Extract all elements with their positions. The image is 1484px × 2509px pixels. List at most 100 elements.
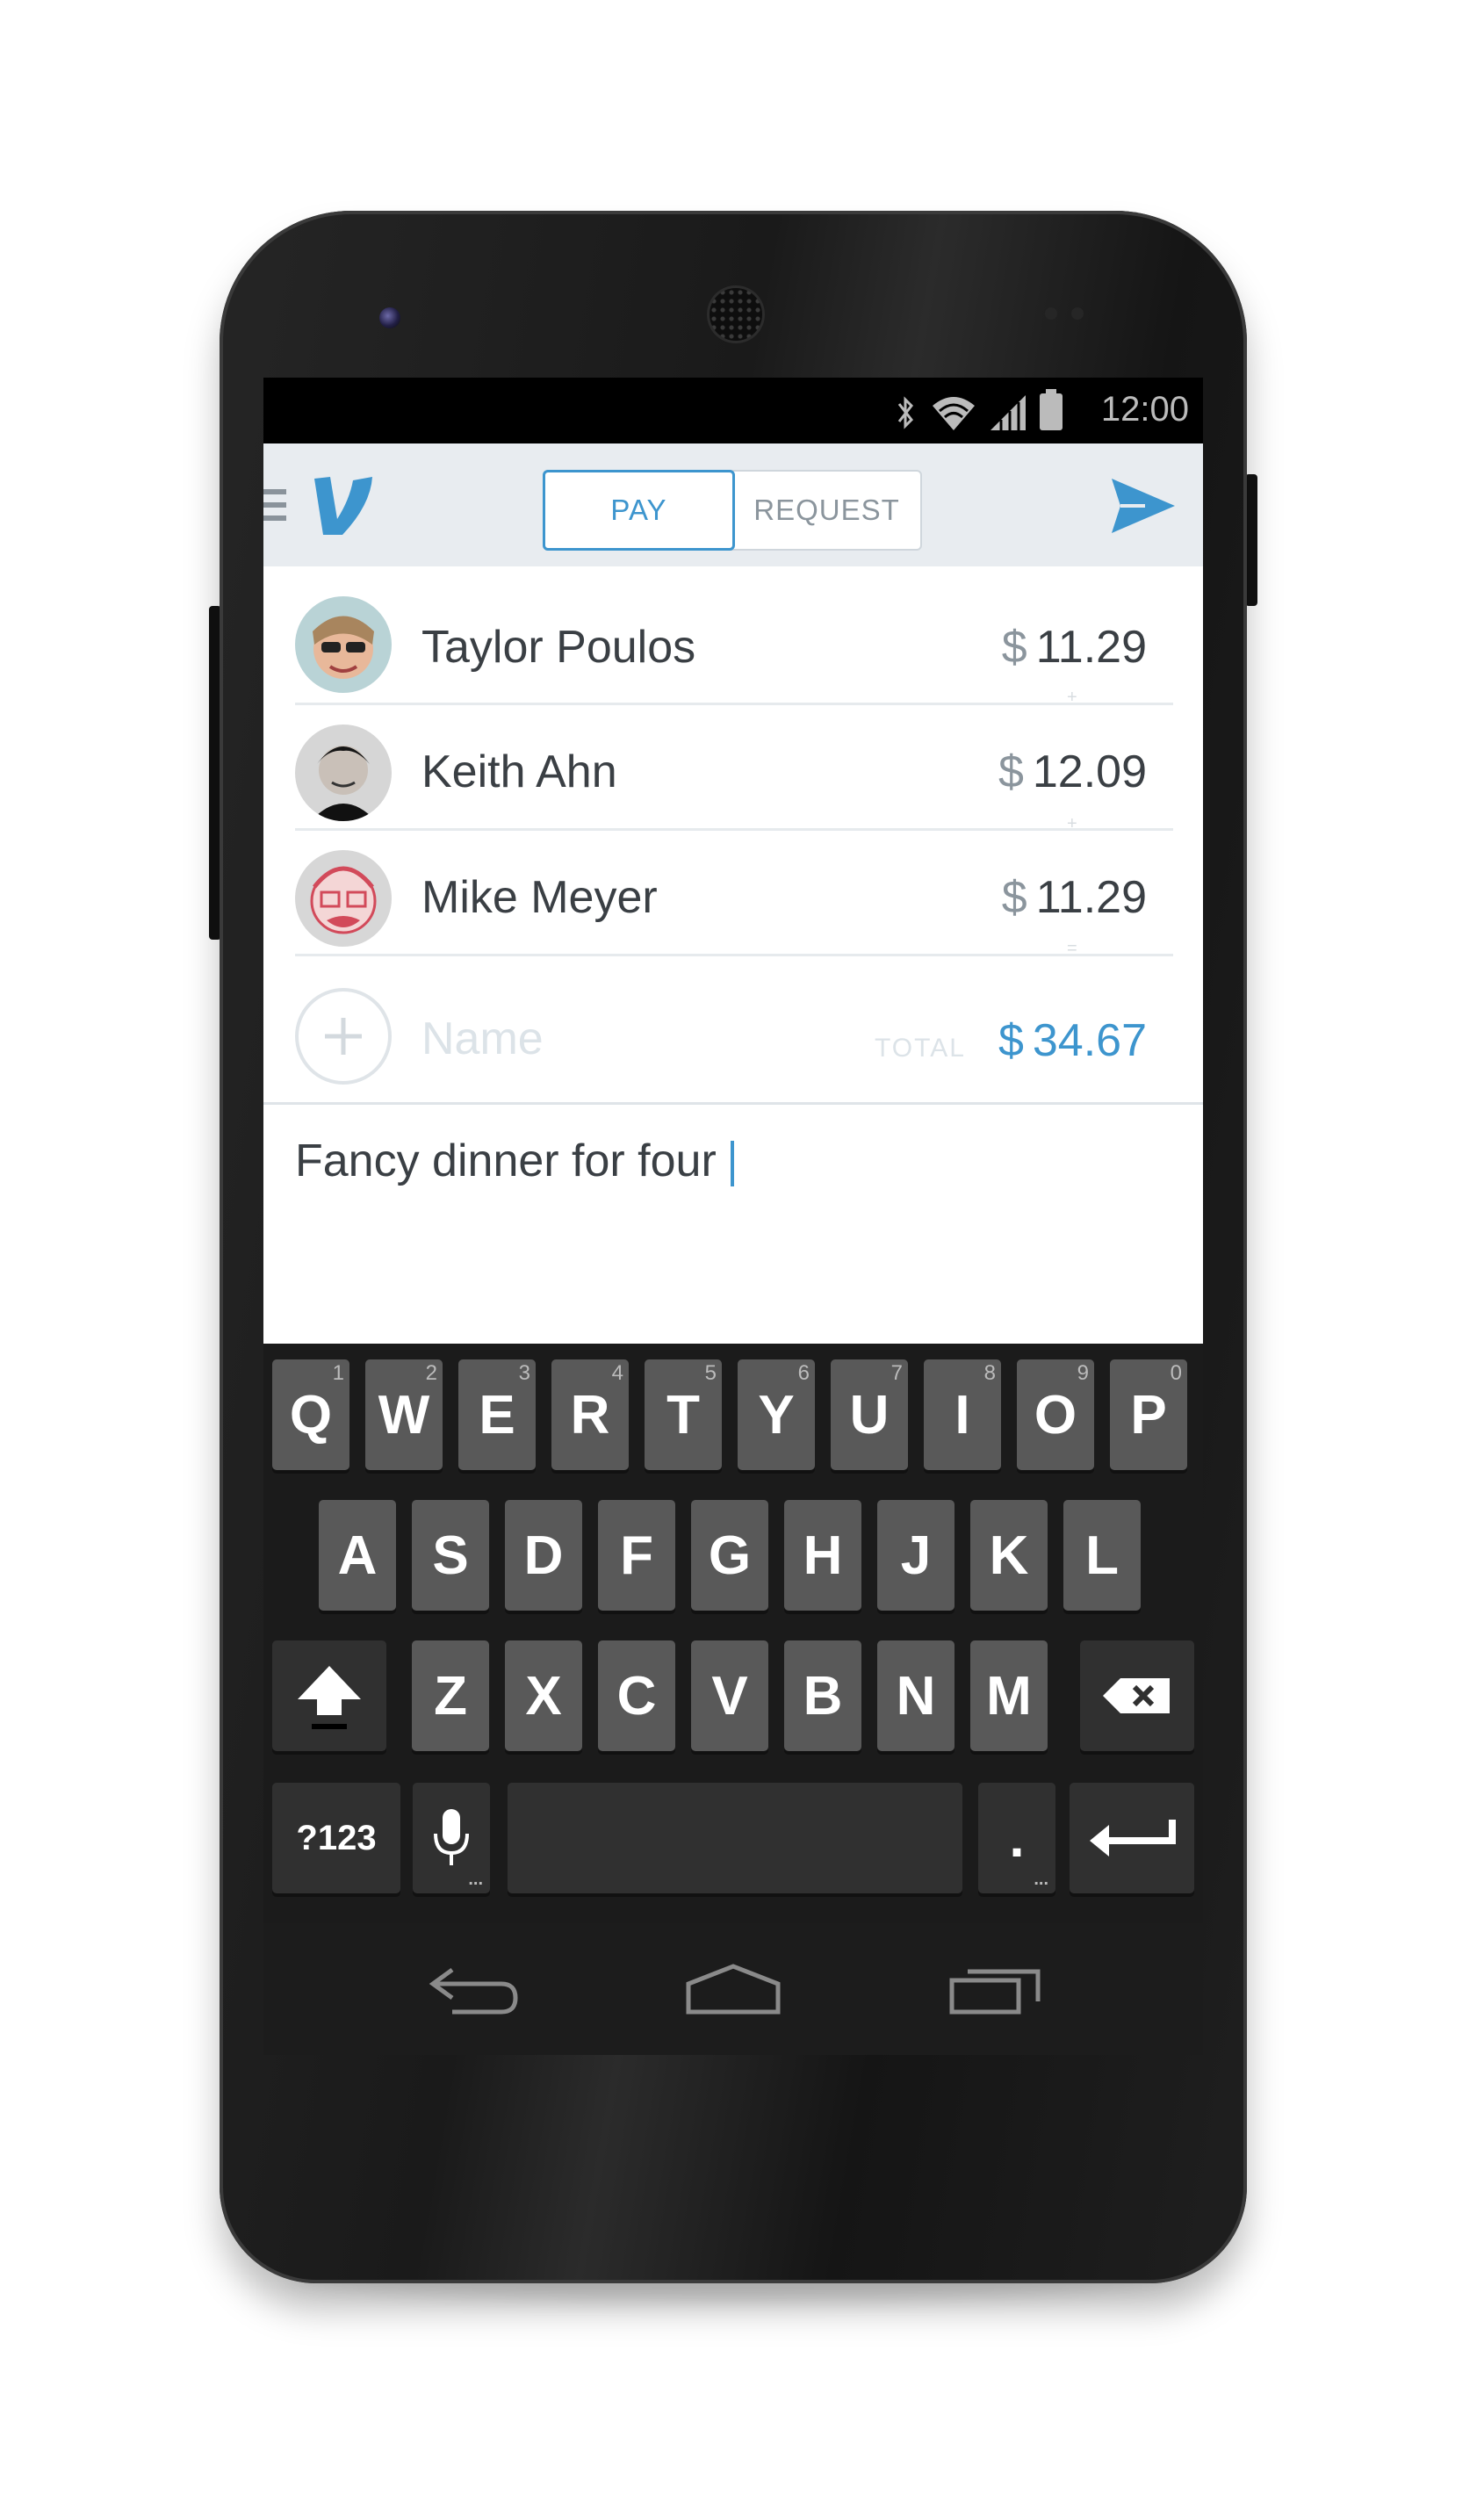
venmo-logo-icon [314,477,372,535]
key-label: Q [289,1384,333,1446]
avatar [295,725,392,821]
menu-icon[interactable] [263,489,286,524]
key-k[interactable]: K [970,1500,1048,1611]
note-field[interactable]: Fancy dinner for four [263,1102,1203,1344]
key-s[interactable]: S [412,1500,489,1611]
amount-value: 12.09 [1032,746,1147,797]
key-p[interactable]: P0 [1110,1359,1187,1470]
recipient-list: Taylor Poulos $11.29 + Keith Ahn $12.09 … [263,566,1203,1102]
key-o[interactable]: O9 [1017,1359,1094,1470]
key-label: N [896,1665,936,1727]
home-icon[interactable] [685,1963,782,2015]
key-j[interactable]: J [877,1500,955,1611]
recipient-amount[interactable]: $12.09 [998,746,1147,798]
voice-input-key[interactable]: ... [413,1783,490,1893]
text-cursor [730,1141,734,1187]
key-g[interactable]: G [691,1500,768,1611]
key-label: C [616,1665,657,1727]
recipient-name: Taylor Poulos [421,622,696,673]
key-number-hint: 6 [797,1361,810,1385]
key-b[interactable]: B [784,1640,861,1751]
key-number-hint: 1 [332,1361,344,1385]
shift-key[interactable] [272,1640,386,1751]
tab-pay[interactable]: PAY [543,470,735,551]
status-bar: 12:00 [263,378,1203,443]
recipient-amount[interactable]: $11.29 [1002,871,1147,924]
key-label: I [955,1384,970,1446]
key-number-hint: 8 [983,1361,996,1385]
key-z[interactable]: Z [412,1640,489,1751]
list-item[interactable]: Taylor Poulos $11.29 [295,566,1173,693]
key-label: E [479,1384,515,1446]
recent-apps-icon[interactable] [948,1963,1045,2015]
list-item[interactable]: Mike Meyer $11.29 [295,833,1173,957]
key-h[interactable]: H [784,1500,861,1611]
key-e[interactable]: E3 [458,1359,536,1470]
key-c[interactable]: C [598,1640,675,1751]
key-y[interactable]: Y6 [738,1359,815,1470]
key-number-hint: 2 [425,1361,437,1385]
recipient-amount[interactable]: $11.29 [1002,621,1147,674]
bluetooth-icon [897,396,913,429]
key-w[interactable]: W2 [365,1359,443,1470]
key-f[interactable]: F [598,1500,675,1611]
row-divider [295,828,1173,831]
total-label: TOTAL [875,1034,966,1063]
key-label: V [711,1665,748,1727]
key-number-hint: 9 [1077,1361,1089,1385]
key-label: T [666,1384,700,1446]
key-l[interactable]: L [1063,1500,1141,1611]
amount-value: 11.29 [1035,872,1147,923]
backspace-key[interactable] [1080,1640,1194,1751]
space-key[interactable] [508,1783,962,1893]
more-hint: ... [468,1870,483,1889]
tab-request[interactable]: REQUEST [733,472,920,549]
avatar [295,596,392,693]
key-x[interactable]: X [505,1640,582,1751]
power-button [1245,474,1257,606]
key-u[interactable]: U7 [831,1359,908,1470]
currency-symbol: $ [998,1015,1024,1066]
key-label: Y [758,1384,795,1446]
key-a[interactable]: A [319,1500,396,1611]
back-icon[interactable] [426,1963,522,2015]
total-amount: $34.67 [998,1014,1147,1067]
plus-icon [325,1018,362,1055]
currency-symbol: $ [998,746,1024,797]
enter-key[interactable] [1070,1783,1194,1893]
backspace-icon [1103,1678,1170,1713]
currency-symbol: $ [1001,872,1027,923]
pay-request-toggle: PAY REQUEST [543,470,922,551]
send-icon[interactable] [1110,475,1177,537]
recipient-name: Mike Meyer [421,872,658,923]
symbols-key[interactable]: ?123 [272,1783,400,1893]
note-value: Fancy dinner for four [295,1136,717,1186]
key-label: R [570,1384,610,1446]
key-m[interactable]: M [970,1640,1048,1751]
key-label: G [708,1525,752,1586]
key-number-hint: 4 [611,1361,623,1385]
recipient-name: Keith Ahn [421,746,617,797]
key-label: Z [434,1665,467,1727]
key-i[interactable]: I8 [924,1359,1001,1470]
avatar [295,850,392,947]
key-label: A [337,1525,378,1586]
key-n[interactable]: N [877,1640,955,1751]
key-label: S [432,1525,469,1586]
key-t[interactable]: T5 [645,1359,722,1470]
key-q[interactable]: Q1 [272,1359,349,1470]
key-r[interactable]: R4 [551,1359,629,1470]
list-item[interactable]: Keith Ahn $12.09 [295,707,1173,832]
name-input[interactable] [421,1013,790,1065]
microphone-icon [434,1809,469,1865]
app-bar: PAY REQUEST [263,443,1203,566]
key-d[interactable]: D [505,1500,582,1611]
key-label: J [900,1525,932,1586]
key-v[interactable]: V [691,1640,768,1751]
add-recipient-button[interactable] [295,988,392,1085]
key-label: D [523,1525,564,1586]
key-label: L [1085,1525,1119,1586]
key-number-hint: 0 [1170,1361,1182,1385]
enter-icon [1090,1820,1176,1857]
period-key[interactable]: . ... [978,1783,1055,1893]
